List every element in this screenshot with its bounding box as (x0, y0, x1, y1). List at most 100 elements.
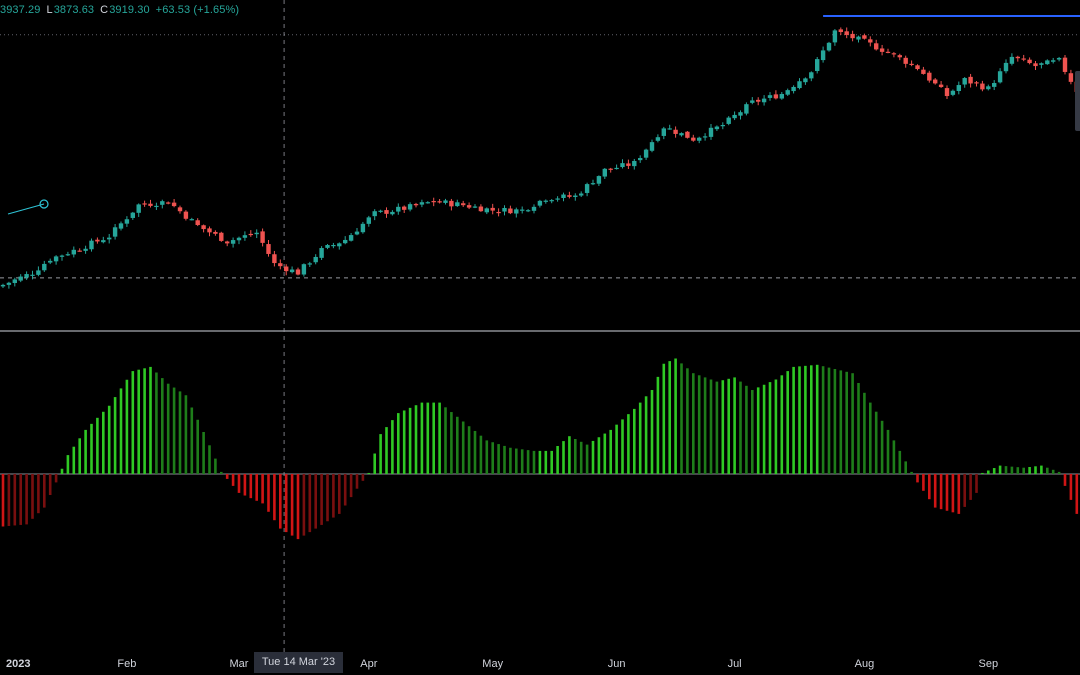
candle-body (620, 163, 625, 168)
histogram-bar (25, 474, 28, 525)
histogram-bar (774, 379, 778, 474)
candle-body (797, 81, 802, 89)
histogram-bar (874, 411, 878, 474)
candle-body (779, 93, 784, 99)
candle-body (756, 99, 761, 102)
histogram-bar (898, 450, 902, 474)
candle-body (897, 55, 902, 58)
histogram-bar (804, 365, 807, 474)
candle-body (213, 231, 218, 234)
candle-body (272, 254, 277, 264)
histogram-bar (397, 413, 400, 474)
candle-body (95, 239, 100, 242)
candle-body (531, 206, 537, 211)
candle-body (596, 176, 602, 184)
histogram-bar (143, 368, 146, 474)
candle-body (53, 256, 59, 262)
crosshair-date-label: Tue 14 Mar '23 (254, 652, 343, 673)
histogram-bar (1051, 469, 1055, 474)
histogram-bar (149, 366, 152, 474)
histogram-bar (957, 474, 961, 514)
histogram-bar (391, 420, 394, 474)
histogram-bar (810, 365, 813, 474)
candle-body (248, 233, 253, 236)
candle-body (177, 207, 183, 212)
histogram-bar (538, 450, 542, 474)
histogram-bar (585, 444, 589, 474)
candle-body (130, 212, 135, 218)
candle-body (992, 83, 997, 87)
histogram-bar (762, 384, 766, 474)
candle-body (1033, 63, 1038, 67)
histogram-bar (815, 364, 819, 474)
histogram-bar (786, 371, 789, 474)
histogram-bar (933, 474, 937, 508)
histogram-bar (579, 441, 583, 474)
candle-body (638, 158, 643, 161)
candle-body (927, 72, 932, 81)
candle-body (260, 231, 265, 243)
histogram-bar (78, 438, 81, 474)
histogram-bar (644, 396, 648, 474)
histogram-bar (627, 414, 630, 474)
candle-body (561, 194, 566, 199)
histogram-bar (526, 450, 530, 474)
candle-body (372, 211, 377, 217)
candle-body (567, 195, 572, 197)
candle-body (968, 76, 973, 84)
histogram-bar (904, 461, 907, 474)
candle-body (708, 127, 714, 137)
histogram-bar (60, 468, 64, 474)
histogram-bar (928, 474, 931, 500)
candle-body (284, 266, 289, 272)
histogram-bar (621, 419, 624, 474)
histogram-bar (308, 474, 312, 533)
candle-body (525, 210, 531, 212)
candle-body (1015, 56, 1020, 59)
histogram-bar (107, 405, 111, 474)
candle-body (472, 206, 478, 208)
candle-body (36, 270, 41, 275)
candle-body (626, 163, 631, 166)
histogram-bar (562, 441, 565, 474)
histogram-bar (697, 375, 701, 474)
candle-body (1068, 73, 1074, 82)
histogram-bar (851, 373, 854, 474)
candle-body (921, 69, 926, 74)
chart-canvas[interactable]: 2023 Feb Mar Apr May Jun Jul Aug Sep (0, 0, 1080, 675)
candle-body (325, 245, 330, 248)
candle-body (608, 168, 613, 170)
candle-body (6, 282, 12, 285)
candle-body (885, 51, 891, 53)
histogram-bar (715, 381, 719, 474)
candle-body (195, 220, 200, 226)
candle-body (667, 128, 672, 130)
candle-body (289, 269, 295, 273)
candle-body (307, 263, 312, 265)
histogram-bar (650, 390, 654, 474)
candle-body (1027, 59, 1032, 64)
candle-body (791, 86, 796, 92)
histogram-bar (379, 434, 382, 474)
histogram-bar (863, 392, 866, 474)
histogram-bar (1040, 465, 1043, 474)
histogram-bar (633, 408, 636, 474)
candle-body (77, 250, 82, 252)
histogram-bar (739, 381, 742, 474)
candle-body (42, 263, 47, 271)
candle-body (614, 167, 619, 170)
ohlc-change: +63.53 (+1.65%) (155, 4, 240, 16)
candle-body (720, 125, 725, 127)
candle-body (903, 57, 908, 64)
candle-body (555, 198, 560, 200)
histogram-bar (733, 377, 736, 474)
histogram-bar (172, 387, 176, 474)
candle-body (455, 202, 460, 207)
candle-body (201, 225, 206, 230)
candle-body (962, 78, 967, 85)
candle-body (30, 274, 35, 276)
histogram-bar (680, 363, 683, 474)
histogram-bar (780, 375, 784, 474)
candle-body (171, 202, 177, 207)
candle-body (71, 249, 76, 255)
